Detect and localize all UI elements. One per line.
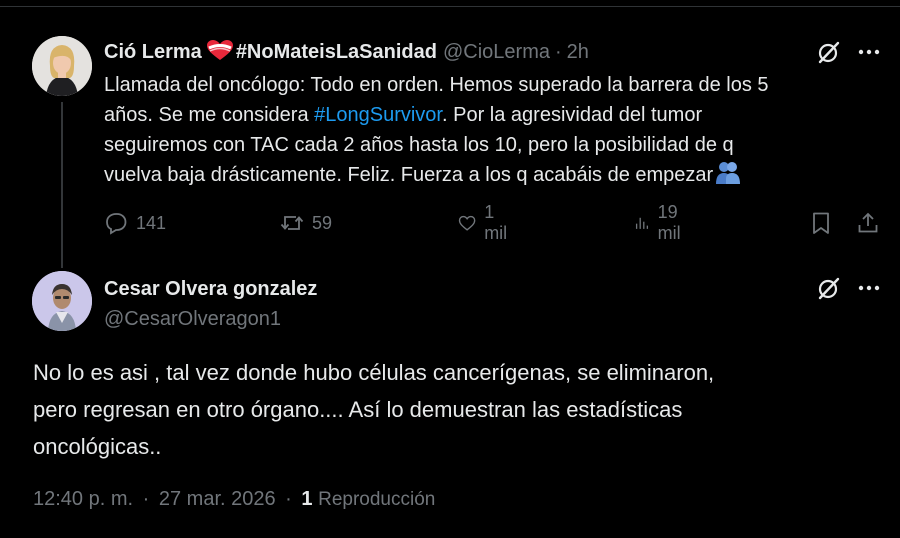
views-count: 1 [301, 488, 313, 510]
reply-icon [106, 213, 127, 235]
thread-connector-line [61, 102, 63, 268]
reply-meta: 12:40 p. m. · 27 mar. 2026 · 1 Reproducc… [33, 488, 435, 511]
reply-text: No lo es asi , tal vez donde hubo célula… [33, 354, 863, 465]
like-icon [458, 215, 476, 231]
avatar-cesar-olvera[interactable] [32, 271, 92, 331]
author-name[interactable]: Ció Lerma [104, 41, 202, 64]
reply-handle-row: @CesarOlveragon1 [104, 305, 281, 333]
separator-dot: · [142, 488, 150, 510]
repost-button[interactable]: 59 [280, 206, 332, 240]
tweet-text: Llamada del oncólogo: Todo en orden. Hem… [104, 70, 874, 193]
author-handle[interactable]: @CioLerma [443, 41, 550, 64]
tweet-text-line: seguiremos con TAC cada 2 años hasta los… [104, 134, 734, 156]
reply-text-line: pero regresan en otro órgano.... Así lo … [33, 397, 683, 422]
grok-icon[interactable] [815, 38, 843, 66]
views-button[interactable]: 19 mil [634, 202, 689, 243]
reply-count: 141 [136, 212, 167, 233]
hashtag-link[interactable]: #LongSurvivor [314, 104, 442, 126]
views-label: Reproducción [318, 489, 436, 510]
views-count: 19 mil [657, 202, 681, 243]
like-count: 1 mil [484, 202, 508, 243]
separator-dot: · [285, 488, 292, 510]
reply-text-line: No lo es asi , tal vez donde hubo célula… [33, 360, 715, 385]
more-options-icon[interactable] [855, 274, 883, 302]
tweet-time[interactable]: 2h [567, 41, 589, 64]
heart-badge-icon [206, 39, 234, 66]
repost-icon [280, 216, 304, 230]
tweet-text-segment: años. Se me considera [104, 104, 315, 126]
reply-text-line: oncológicas.. [33, 434, 162, 459]
tweet-text-line: Llamada del oncólogo: Todo en orden. Hem… [104, 74, 769, 96]
share-icon [858, 212, 878, 233]
tweet-text-segment: . Por la agresividad del tumor [442, 104, 703, 126]
reply-author-name[interactable]: Cesar Olvera gonzalez [104, 278, 317, 301]
avatar-cio-lerma[interactable] [32, 36, 92, 96]
top-divider [0, 6, 900, 7]
people-hugging-emoji [715, 160, 741, 193]
tweet-text-segment: vuelva baja drásticamente. Feliz. Fuerza… [104, 164, 714, 186]
reply-time[interactable]: 12:40 p. m. [33, 488, 133, 510]
separator-dot: · [555, 40, 562, 63]
share-button[interactable] [856, 206, 880, 240]
bookmark-button[interactable] [809, 206, 833, 240]
like-button[interactable]: 1 mil [458, 202, 513, 243]
reply-date[interactable]: 27 mar. 2026 [159, 488, 276, 510]
grok-icon[interactable] [815, 274, 843, 302]
views-icon [635, 217, 649, 229]
reply-author-name-row: Cesar Olvera gonzalez [104, 275, 317, 303]
tweet-text-line: vuelva baja drásticamente. Feliz. Fuerza… [104, 160, 874, 193]
more-options-icon[interactable] [855, 38, 883, 66]
author-hashtag-name[interactable]: #NoMateisLaSanidad [236, 41, 437, 64]
tweet-header: Ció Lerma #NoMateisLaSanidad @CioLerma ·… [104, 38, 589, 66]
tweet-text-line: años. Se me considera #LongSurvivor. Por… [104, 100, 874, 130]
repost-count: 59 [312, 212, 333, 233]
reply-button[interactable]: 141 [104, 206, 166, 240]
reply-author-handle[interactable]: @CesarOlveragon1 [104, 308, 281, 331]
bookmark-icon [813, 212, 829, 234]
